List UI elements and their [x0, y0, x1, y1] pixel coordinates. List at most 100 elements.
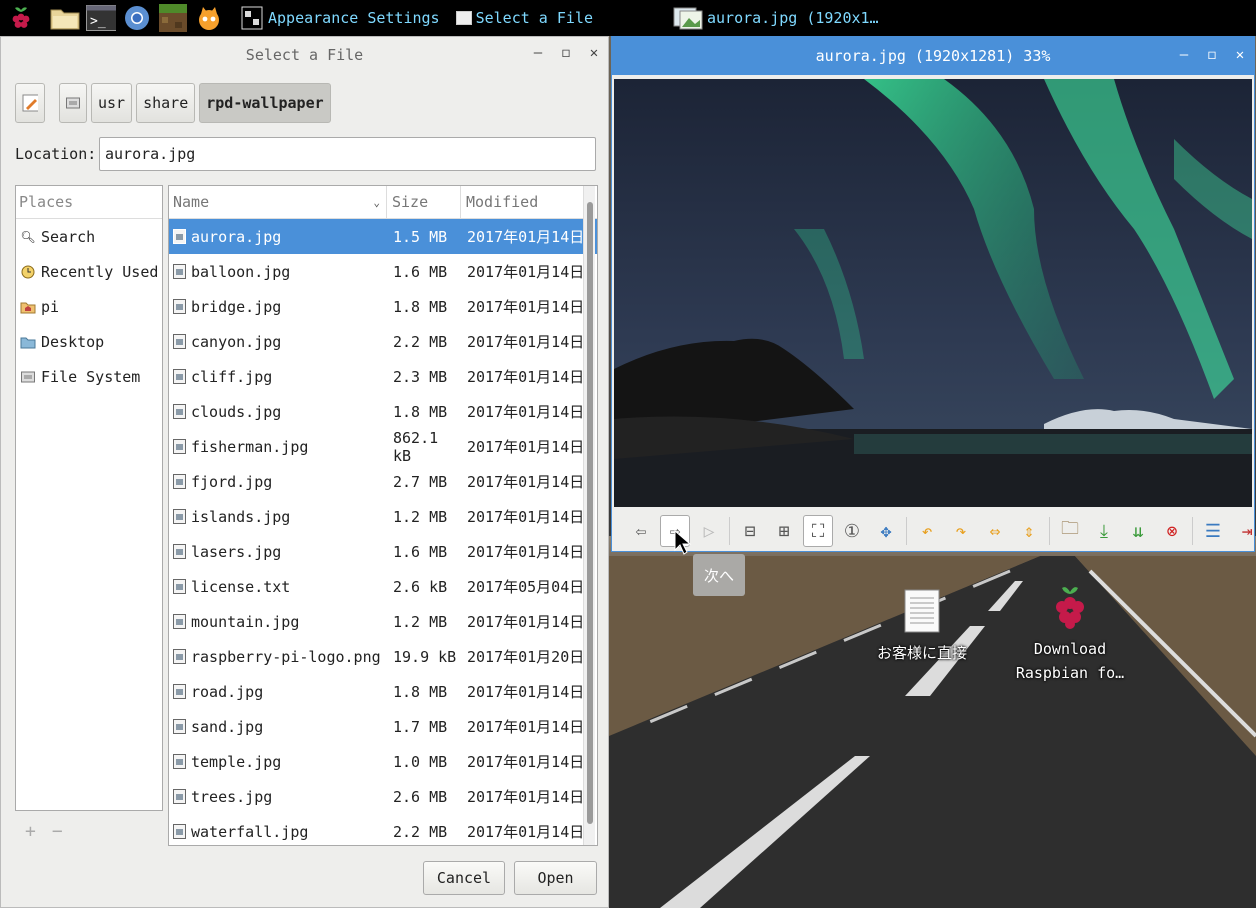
- dialog-titlebar[interactable]: Select a File – ◻ ✕: [1, 37, 608, 73]
- scrollbar[interactable]: [583, 186, 595, 845]
- place-label: pi: [41, 297, 60, 316]
- location-input[interactable]: [99, 137, 596, 171]
- save-as-icon[interactable]: ⇊: [1123, 515, 1153, 547]
- place-desktop[interactable]: Desktop: [16, 324, 162, 359]
- aurora-image: [614, 79, 1252, 507]
- file-size: 2.6 MB: [393, 787, 448, 806]
- task-label: Select a File: [475, 9, 593, 27]
- file-rows: aurora.jpg 1.5 MB 2017年01月14日 balloon.jpg 1.…: [169, 219, 597, 845]
- desktop-icon-download-raspbian[interactable]: Download Raspbian fo…: [1010, 584, 1130, 685]
- place-search[interactable]: 🔍︎ Search: [16, 219, 162, 254]
- file-name-cell: lasers.jpg: [169, 543, 387, 561]
- chromium-icon[interactable]: [122, 4, 152, 32]
- file-row[interactable]: islands.jpg 1.2 MB 2017年01月14日: [169, 499, 597, 534]
- preferences-icon[interactable]: ☰: [1198, 515, 1228, 547]
- file-modified: 2017年01月14日: [467, 543, 585, 561]
- file-row[interactable]: mountain.jpg 1.2 MB 2017年01月14日: [169, 604, 597, 639]
- file-row[interactable]: fjord.jpg 2.7 MB 2017年01月14日: [169, 464, 597, 499]
- viewer-title: aurora.jpg (1920x1281) 33%: [815, 47, 1051, 65]
- svg-text:>_: >_: [90, 14, 106, 29]
- file-row[interactable]: canyon.jpg 2.2 MB 2017年01月14日: [169, 324, 597, 359]
- zoom-in-icon[interactable]: ⊞: [769, 515, 799, 547]
- open-file-icon[interactable]: 🗀: [1055, 515, 1085, 547]
- place-home[interactable]: pi: [16, 289, 162, 324]
- file-row[interactable]: clouds.jpg 1.8 MB 2017年01月14日: [169, 394, 597, 429]
- column-modified-header[interactable]: Modified: [461, 186, 597, 218]
- viewer-titlebar[interactable]: aurora.jpg (1920x1281) 33% – ◻ ✕: [612, 37, 1254, 75]
- file-name-cell: mountain.jpg: [169, 613, 387, 631]
- zoom-out-icon[interactable]: ⊟: [735, 515, 765, 547]
- task-select-a-file[interactable]: Select a File: [455, 9, 593, 27]
- close-icon[interactable]: ✕: [586, 45, 602, 61]
- rotate-right-icon[interactable]: ↷: [946, 515, 976, 547]
- flip-horizontal-icon[interactable]: ⇔: [980, 515, 1010, 547]
- file-modified: 2017年01月14日: [467, 263, 585, 281]
- zoom-fit-icon[interactable]: ⛶: [803, 515, 833, 547]
- file-row[interactable]: balloon.jpg 1.6 MB 2017年01月14日: [169, 254, 597, 289]
- column-size-header[interactable]: Size: [387, 186, 461, 218]
- scrollbar-thumb[interactable]: [587, 202, 593, 824]
- save-icon[interactable]: ⤓: [1089, 515, 1119, 547]
- file-row[interactable]: sand.jpg 1.7 MB 2017年01月14日: [169, 709, 597, 744]
- path-usr-button[interactable]: usr: [91, 83, 133, 123]
- task-label: Appearance Settings: [268, 9, 440, 27]
- file-name-cell: fisherman.jpg: [169, 438, 387, 456]
- file-row[interactable]: lasers.jpg 1.6 MB 2017年01月14日: [169, 534, 597, 569]
- task-appearance-settings[interactable]: Appearance Settings: [240, 5, 440, 31]
- file-row[interactable]: waterfall.jpg 2.2 MB 2017年01月14日: [169, 814, 597, 845]
- file-row[interactable]: road.jpg 1.8 MB 2017年01月14日: [169, 674, 597, 709]
- image-file-icon: [173, 264, 186, 279]
- minimize-icon[interactable]: –: [530, 45, 546, 61]
- flip-vertical-icon[interactable]: ⇕: [1014, 515, 1044, 547]
- add-bookmark-button[interactable]: +: [25, 821, 36, 842]
- task-aurora-viewer[interactable]: aurora.jpg (1920x1…: [673, 6, 879, 30]
- remove-bookmark-button[interactable]: −: [52, 821, 63, 842]
- image-file-icon: [173, 614, 186, 629]
- file-row[interactable]: aurora.jpg 1.5 MB 2017年01月14日: [169, 219, 597, 254]
- place-label: Search: [41, 227, 96, 246]
- location-label: Location:: [15, 145, 97, 163]
- path-share-button[interactable]: share: [136, 83, 196, 123]
- place-file-system[interactable]: File System: [16, 359, 162, 394]
- file-row[interactable]: trees.jpg 2.6 MB 2017年01月14日: [169, 779, 597, 814]
- exit-icon[interactable]: ⇥: [1232, 515, 1256, 547]
- file-row[interactable]: cliff.jpg 2.3 MB 2017年01月14日: [169, 359, 597, 394]
- minecraft-icon[interactable]: [158, 4, 188, 32]
- places-panel: Places 🔍︎ Search Recently Used pi Deskto…: [15, 185, 163, 811]
- clock-icon: [20, 265, 36, 279]
- minimize-icon[interactable]: –: [1176, 47, 1192, 63]
- path-root-button[interactable]: [59, 83, 87, 123]
- file-name: license.txt: [191, 577, 291, 596]
- column-name-header[interactable]: Name ⌄: [169, 186, 387, 218]
- maximize-icon[interactable]: ◻: [558, 45, 574, 61]
- fullscreen-icon[interactable]: ✥: [871, 515, 901, 547]
- file-name-cell: clouds.jpg: [169, 403, 387, 421]
- file-row[interactable]: license.txt 2.6 kB 2017年05月04日: [169, 569, 597, 604]
- file-row[interactable]: temple.jpg 1.0 MB 2017年01月14日: [169, 744, 597, 779]
- zoom-original-icon[interactable]: ①: [837, 515, 867, 547]
- cancel-button[interactable]: Cancel: [423, 861, 505, 895]
- rotate-left-icon[interactable]: ↶: [912, 515, 942, 547]
- file-row[interactable]: fisherman.jpg 862.1 kB 2017年01月14日: [169, 429, 597, 465]
- close-icon[interactable]: ✕: [1232, 47, 1248, 63]
- delete-icon[interactable]: ⊗: [1157, 515, 1187, 547]
- path-rpd-wallpaper-button[interactable]: rpd-wallpaper: [199, 83, 331, 123]
- desktop-icon-document[interactable]: お客様に直接: [862, 588, 982, 665]
- search-icon: 🔍︎: [20, 229, 36, 244]
- terminal-icon[interactable]: >_: [86, 4, 116, 32]
- image-viewer-icon: [673, 6, 703, 30]
- raspberry-menu-icon[interactable]: [6, 4, 36, 32]
- edit-location-button[interactable]: [15, 83, 45, 123]
- open-button[interactable]: Open: [514, 861, 597, 895]
- maximize-icon[interactable]: ◻: [1204, 47, 1220, 63]
- place-recently-used[interactable]: Recently Used: [16, 254, 162, 289]
- slideshow-icon[interactable]: ▷: [694, 515, 724, 547]
- prev-icon[interactable]: ⇦: [626, 515, 656, 547]
- file-manager-icon[interactable]: [50, 4, 80, 32]
- file-row[interactable]: bridge.jpg 1.8 MB 2017年01月14日: [169, 289, 597, 324]
- file-modified: 2017年01月20日: [467, 648, 585, 666]
- image-file-icon: [173, 474, 186, 489]
- file-row[interactable]: raspberry-pi-logo.png 19.9 kB 2017年01月20日: [169, 639, 597, 674]
- file-modified: 2017年01月14日: [467, 228, 585, 246]
- scratch-icon[interactable]: [194, 4, 224, 32]
